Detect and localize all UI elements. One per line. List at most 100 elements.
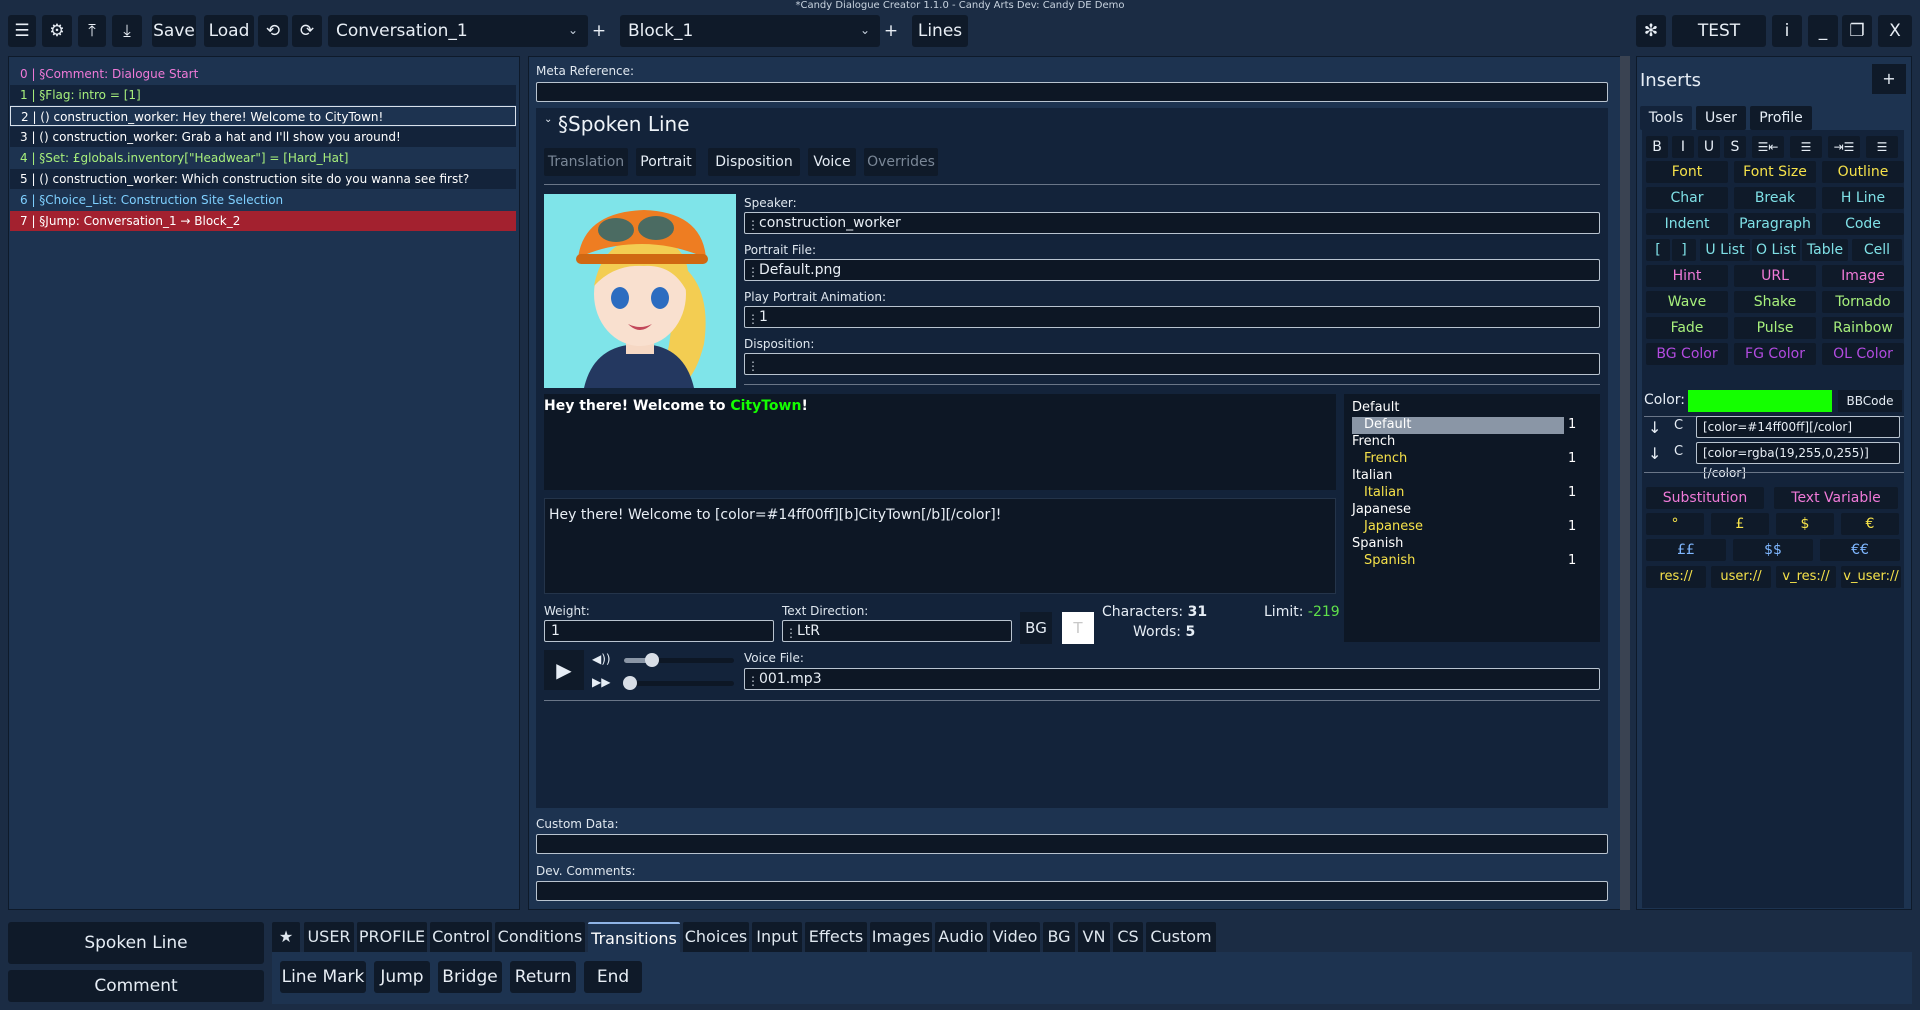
move-top-icon[interactable]: ⤒ <box>78 15 106 47</box>
insert-wave-button[interactable]: Wave <box>1646 291 1728 313</box>
insert-bracket-open-button[interactable]: [ <box>1646 239 1670 261</box>
return-button[interactable]: Return <box>510 961 576 993</box>
insert-indent-button[interactable]: Indent <box>1646 213 1728 235</box>
insert-cell-button[interactable]: Cell <box>1852 239 1902 261</box>
tab-translation[interactable]: Translation <box>544 148 628 176</box>
jump-button[interactable]: Jump <box>374 961 430 993</box>
asterisk-icon[interactable]: ✻ <box>1636 15 1666 47</box>
favorites-tab-star-icon[interactable]: ★ <box>272 922 300 952</box>
conversation-select[interactable]: Conversation_1 ⌄ <box>328 15 588 47</box>
speaker-input[interactable]: ⋮ construction_worker <box>744 212 1600 234</box>
insert-table-button[interactable]: Table <box>1802 239 1848 261</box>
insert-pulse-button[interactable]: Pulse <box>1734 317 1816 339</box>
inserts-tab-user[interactable]: User <box>1696 106 1746 130</box>
load-button[interactable]: Load <box>204 15 254 47</box>
comment-button[interactable]: Comment <box>8 970 264 1002</box>
insert-o-list-button[interactable]: O List <box>1752 239 1800 261</box>
tab-cs[interactable]: CS <box>1113 922 1143 952</box>
indent-icon[interactable]: ⇥☰ <box>1828 136 1860 158</box>
close-button[interactable]: X <box>1878 15 1912 47</box>
bg-toggle-button[interactable]: BG <box>1020 612 1052 644</box>
minimize-button[interactable]: _ <box>1808 15 1838 47</box>
path-prefix-button[interactable]: v_res:// <box>1776 566 1836 588</box>
insert-outline-size-button[interactable]: Outline Size <box>1822 161 1904 202</box>
tab-vn[interactable]: VN <box>1078 922 1110 952</box>
locale-item[interactable]: Japanese <box>1352 519 1564 536</box>
format-i-button[interactable]: I <box>1672 136 1694 158</box>
maximize-icon[interactable]: ❐ <box>1842 15 1872 47</box>
color-code-field-2[interactable]: [color=rgba(19,255,0,255)][/color] <box>1696 442 1900 480</box>
source-text-editor[interactable]: Hey there! Welcome to [color=#14ff00ff][… <box>544 498 1336 594</box>
insert-down-icon[interactable]: ↓ <box>1648 444 1661 463</box>
dialogue-line-item[interactable]: 2 | () construction_worker: Hey there! W… <box>10 106 516 126</box>
insert-rainbow-button[interactable]: Rainbow <box>1822 317 1904 339</box>
format-u-button[interactable]: U <box>1698 136 1720 158</box>
locale-item[interactable]: Default <box>1352 417 1564 434</box>
color-picker[interactable] <box>1688 390 1832 412</box>
inserts-tab-tools[interactable]: Tools <box>1640 106 1692 130</box>
align-center-icon[interactable]: ☰ <box>1790 136 1822 158</box>
collapse-arrow-icon[interactable]: ⌄ <box>544 114 552 125</box>
bridge-button[interactable]: Bridge <box>438 961 502 993</box>
insert-font-button[interactable]: Font <box>1646 161 1728 183</box>
bbcode-button[interactable]: BBCode <box>1838 390 1902 412</box>
insert-char-button[interactable]: Char <box>1646 187 1728 209</box>
voice-file-input[interactable]: ⋮ 001.mp3 <box>744 668 1600 690</box>
tab-images[interactable]: Images <box>870 922 932 952</box>
add-conversation-button[interactable]: + <box>588 15 610 47</box>
locale-item[interactable]: French <box>1352 451 1564 468</box>
insert-bg-color-button[interactable]: BG Color <box>1646 343 1728 365</box>
insert-h-line-button[interactable]: H Line <box>1822 187 1904 209</box>
end-button[interactable]: End <box>584 961 642 993</box>
tab-overrides[interactable]: Overrides <box>864 148 938 176</box>
path-prefix-button[interactable]: res:// <box>1646 566 1706 588</box>
drag-handle-icon[interactable]: ⋮ <box>747 356 759 376</box>
block-select[interactable]: Block_1 ⌄ <box>620 15 880 47</box>
tab-audio[interactable]: Audio <box>935 922 987 952</box>
portrait-file-input[interactable]: ⋮ Default.png <box>744 259 1600 281</box>
speed-slider[interactable] <box>622 676 734 690</box>
tab-custom[interactable]: Custom <box>1146 922 1216 952</box>
symbol-button[interactable]: ££ <box>1646 539 1726 561</box>
tab-transitions[interactable]: Transitions <box>588 922 680 952</box>
insert-ol-color-button[interactable]: OL Color <box>1822 343 1904 365</box>
drag-handle-icon[interactable]: ⋮ <box>747 262 759 282</box>
tab-conditions[interactable]: Conditions <box>495 922 585 952</box>
gear-icon[interactable]: ⚙ <box>42 15 72 47</box>
tab-disposition[interactable]: Disposition <box>708 148 800 176</box>
insert-fade-button[interactable]: Fade <box>1646 317 1728 339</box>
speed-slider-knob[interactable] <box>622 676 637 690</box>
symbol-button[interactable]: $ <box>1776 513 1834 535</box>
lines-button[interactable]: Lines <box>912 15 968 47</box>
volume-slider[interactable] <box>624 653 734 667</box>
copy-color-button-2[interactable]: C <box>1674 444 1683 459</box>
insert-u-list-button[interactable]: U List <box>1700 239 1750 261</box>
test-button[interactable]: TEST <box>1672 15 1766 47</box>
tab-input[interactable]: Input <box>752 922 802 952</box>
meta-reference-input[interactable] <box>536 82 1608 102</box>
insert-hint-button[interactable]: Hint <box>1646 265 1728 287</box>
insert-down-icon[interactable]: ↓ <box>1648 418 1661 437</box>
info-button[interactable]: i <box>1772 15 1802 47</box>
tab-control[interactable]: Control <box>430 922 492 952</box>
dialogue-line-item[interactable]: 6 | §Choice_List: Construction Site Sele… <box>10 190 516 210</box>
locale-item[interactable]: Italian <box>1352 485 1564 502</box>
symbol-button[interactable]: € <box>1841 513 1899 535</box>
insert-paragraph-button[interactable]: Paragraph <box>1734 213 1816 235</box>
save-button[interactable]: Save <box>152 15 196 47</box>
drag-handle-icon[interactable]: ⋮ <box>747 671 759 691</box>
format-s-button[interactable]: S <box>1724 136 1746 158</box>
insert-break-button[interactable]: Break <box>1734 187 1816 209</box>
justify-icon[interactable]: ☰ <box>1866 136 1898 158</box>
tab-portrait[interactable]: Portrait <box>636 148 696 176</box>
tab-choices[interactable]: Choices <box>683 922 749 952</box>
dialogue-line-item[interactable]: 3 | () construction_worker: Grab a hat a… <box>10 127 516 147</box>
dialogue-line-item[interactable]: 0 | §Comment: Dialogue Start <box>10 64 516 84</box>
symbol-button[interactable]: €€ <box>1820 539 1900 561</box>
line-mark-button[interactable]: Line Mark <box>280 961 366 993</box>
insert-url-button[interactable]: URL <box>1734 265 1816 287</box>
dialogue-line-item[interactable]: 7 | §Jump: Conversation_1 → Block_2 <box>10 211 516 231</box>
insert-bracket-close-button[interactable]: ] <box>1672 239 1696 261</box>
insert-image-button[interactable]: Image <box>1822 265 1904 287</box>
drag-handle-icon[interactable]: ⋮ <box>747 309 759 329</box>
